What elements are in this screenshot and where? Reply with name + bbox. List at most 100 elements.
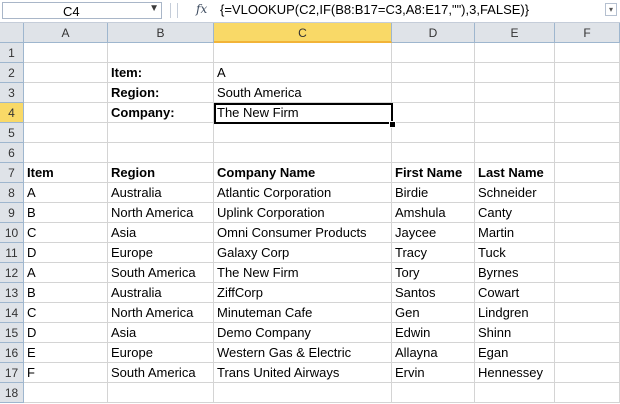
empty-cell[interactable] xyxy=(24,103,108,123)
empty-cell[interactable] xyxy=(108,383,214,403)
table-cell-first-name[interactable]: Tory xyxy=(392,263,475,283)
table-cell-first-name[interactable]: Amshula xyxy=(392,203,475,223)
table-cell-region[interactable]: Asia xyxy=(108,323,214,343)
empty-cell[interactable] xyxy=(392,103,475,123)
empty-cell[interactable] xyxy=(392,123,475,143)
table-cell-company-name[interactable]: The New Firm xyxy=(214,263,392,283)
empty-cell[interactable] xyxy=(555,383,620,403)
empty-cell[interactable] xyxy=(24,83,108,103)
empty-cell[interactable] xyxy=(555,283,620,303)
empty-cell[interactable] xyxy=(214,123,392,143)
table-cell-company-name[interactable]: Atlantic Corporation xyxy=(214,183,392,203)
fill-handle[interactable] xyxy=(389,121,396,128)
table-cell-first-name[interactable]: Birdie xyxy=(392,183,475,203)
empty-cell[interactable] xyxy=(24,123,108,143)
row-header[interactable]: 18 xyxy=(0,383,24,403)
row-header[interactable]: 4 xyxy=(0,103,24,123)
empty-cell[interactable] xyxy=(555,63,620,83)
expand-formula-bar-icon[interactable]: ▾ xyxy=(605,3,617,16)
table-cell-last-name[interactable]: Shinn xyxy=(475,323,555,343)
table-cell-first-name[interactable]: Allayna xyxy=(392,343,475,363)
empty-cell[interactable] xyxy=(24,43,108,63)
table-cell-last-name[interactable]: Hennessey xyxy=(475,363,555,383)
name-box[interactable]: C4 ▼ xyxy=(2,2,162,19)
row-header[interactable]: 1 xyxy=(0,43,24,63)
empty-cell[interactable] xyxy=(555,183,620,203)
table-cell-company-name[interactable]: Minuteman Cafe xyxy=(214,303,392,323)
empty-cell[interactable] xyxy=(555,103,620,123)
row-header[interactable]: 10 xyxy=(0,223,24,243)
table-cell-item[interactable]: B xyxy=(24,283,108,303)
table-cell-item[interactable]: C xyxy=(24,223,108,243)
table-cell-company-name[interactable]: Western Gas & Electric xyxy=(214,343,392,363)
empty-cell[interactable] xyxy=(392,63,475,83)
table-cell-last-name[interactable]: Tuck xyxy=(475,243,555,263)
table-cell-region[interactable]: Asia xyxy=(108,223,214,243)
empty-cell[interactable] xyxy=(475,143,555,163)
empty-cell[interactable] xyxy=(24,63,108,83)
table-cell-first-name[interactable]: Gen xyxy=(392,303,475,323)
table-header-region[interactable]: Region xyxy=(108,163,214,183)
table-cell-first-name[interactable]: Tracy xyxy=(392,243,475,263)
row-header[interactable]: 7 xyxy=(0,163,24,183)
empty-cell[interactable] xyxy=(24,383,108,403)
table-header-last-name[interactable]: Last Name xyxy=(475,163,555,183)
empty-cell[interactable] xyxy=(555,223,620,243)
row-header[interactable]: 14 xyxy=(0,303,24,323)
empty-cell[interactable] xyxy=(214,143,392,163)
empty-cell[interactable] xyxy=(475,63,555,83)
insert-function-icon[interactable]: fx xyxy=(196,2,207,16)
empty-cell[interactable] xyxy=(555,343,620,363)
table-cell-company-name[interactable]: Uplink Corporation xyxy=(214,203,392,223)
table-cell-first-name[interactable]: Edwin xyxy=(392,323,475,343)
column-header-e[interactable]: E xyxy=(475,23,555,43)
table-cell-region[interactable]: North America xyxy=(108,303,214,323)
table-cell-item[interactable]: B xyxy=(24,203,108,223)
empty-cell[interactable] xyxy=(555,203,620,223)
empty-cell[interactable] xyxy=(555,243,620,263)
region-value-cell[interactable]: South America xyxy=(214,83,392,103)
table-cell-region[interactable]: Europe xyxy=(108,343,214,363)
table-cell-item[interactable]: E xyxy=(24,343,108,363)
column-header-a[interactable]: A xyxy=(24,23,108,43)
table-cell-last-name[interactable]: Egan xyxy=(475,343,555,363)
column-header-f[interactable]: F xyxy=(555,23,620,43)
empty-cell[interactable] xyxy=(475,123,555,143)
empty-cell[interactable] xyxy=(555,43,620,63)
row-header[interactable]: 13 xyxy=(0,283,24,303)
table-cell-region[interactable]: Australia xyxy=(108,283,214,303)
row-header[interactable]: 17 xyxy=(0,363,24,383)
table-cell-company-name[interactable]: Galaxy Corp xyxy=(214,243,392,263)
table-cell-last-name[interactable]: Byrnes xyxy=(475,263,555,283)
empty-cell[interactable] xyxy=(475,83,555,103)
table-cell-first-name[interactable]: Jaycee xyxy=(392,223,475,243)
table-cell-item[interactable]: F xyxy=(24,363,108,383)
item-value-cell[interactable]: A xyxy=(214,63,392,83)
table-cell-last-name[interactable]: Cowart xyxy=(475,283,555,303)
row-header[interactable]: 16 xyxy=(0,343,24,363)
company-label-cell[interactable]: Company: xyxy=(108,103,214,123)
table-cell-last-name[interactable]: Canty xyxy=(475,203,555,223)
table-cell-last-name[interactable]: Schneider xyxy=(475,183,555,203)
table-cell-region[interactable]: North America xyxy=(108,203,214,223)
table-cell-item[interactable]: A xyxy=(24,263,108,283)
empty-cell[interactable] xyxy=(108,43,214,63)
table-cell-last-name[interactable]: Martin xyxy=(475,223,555,243)
empty-cell[interactable] xyxy=(392,43,475,63)
empty-cell[interactable] xyxy=(555,303,620,323)
table-cell-first-name[interactable]: Ervin xyxy=(392,363,475,383)
item-label-cell[interactable]: Item: xyxy=(108,63,214,83)
row-header[interactable]: 5 xyxy=(0,123,24,143)
empty-cell[interactable] xyxy=(475,103,555,123)
table-cell-region[interactable]: Australia xyxy=(108,183,214,203)
table-header-item[interactable]: Item xyxy=(24,163,108,183)
empty-cell[interactable] xyxy=(555,363,620,383)
table-header-first-name[interactable]: First Name xyxy=(392,163,475,183)
table-header-company[interactable]: Company Name xyxy=(214,163,392,183)
empty-cell[interactable] xyxy=(555,143,620,163)
table-cell-region[interactable]: South America xyxy=(108,263,214,283)
empty-cell[interactable] xyxy=(555,83,620,103)
column-header-b[interactable]: B xyxy=(108,23,214,43)
select-all-corner[interactable] xyxy=(0,23,24,43)
row-header[interactable]: 2 xyxy=(0,63,24,83)
